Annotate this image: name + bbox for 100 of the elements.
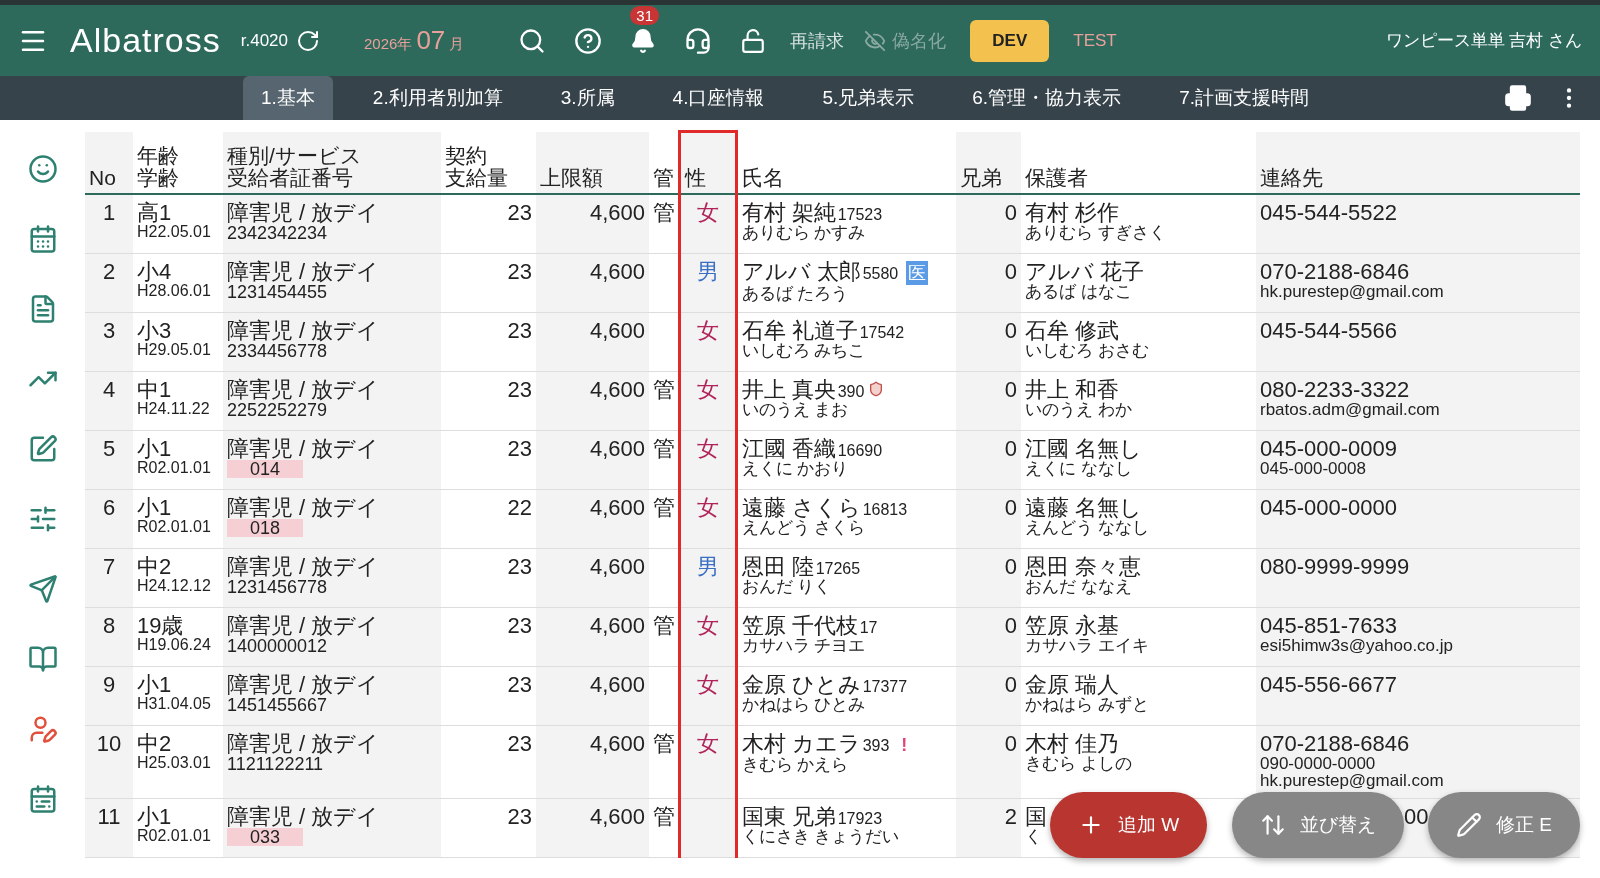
print-icon[interactable] [1504,84,1532,112]
user-name-text[interactable]: 国東 兄弟 [741,804,836,828]
phone-number: 00 [1404,804,1429,828]
column-header[interactable]: 管 [649,131,679,194]
amount-text: 23 [507,259,532,283]
headset-icon[interactable] [684,26,713,55]
birth-date: R02.01.01 [137,518,211,536]
user-name-text[interactable]: 木村 カエラ [741,731,861,755]
certificate-number: 1231456778 [227,577,328,597]
calendar-icon[interactable] [27,224,58,254]
user-id: 17377 [862,678,908,696]
action-button[interactable]: 並び替え [1232,792,1404,858]
tab[interactable]: 4.口座情報 [654,76,783,120]
bell-icon[interactable] [630,27,657,54]
birth-date: H29.05.01 [137,341,211,359]
notification-badge: 31 [630,5,659,25]
certificate-number: 1231454455 [227,282,328,302]
birth-date: H24.11.22 [137,400,210,418]
name-kana: いしむろ みちこ [741,341,866,360]
amount-text: 23 [507,554,532,578]
user-id: 390 [837,383,865,401]
user-id: 393 [862,737,890,755]
schedule-icon[interactable] [27,784,58,814]
gender-text: 女 [696,436,719,460]
birth-date: H31.04.05 [137,695,211,713]
column-header[interactable]: 性 [679,131,736,194]
phone-number: 080-9999-9999 [1260,554,1410,578]
environment-button[interactable]: DEV [970,19,1050,62]
rebill-link[interactable]: 再請求 [790,28,845,53]
user-id: 17542 [859,324,905,342]
tab[interactable]: 7.計画支援時間 [1161,76,1327,120]
certificate-number: 033 [227,827,303,847]
help-icon[interactable] [574,26,603,55]
row-number: 10 [96,731,122,755]
book-icon[interactable] [27,644,58,674]
column-header[interactable]: 氏名 [736,131,956,194]
alert-mark: ! [901,734,908,756]
grade-text: 小1 [137,804,172,828]
gender-text: 女 [696,731,719,755]
guardian-kana: えくに ななし [1025,459,1132,478]
refresh-icon[interactable] [296,28,320,53]
user-name-text[interactable]: 金原 ひとみ [741,672,861,696]
user-name-text[interactable]: 笠原 千代枝 [741,613,858,637]
limit-amount: 4,600 [589,259,645,283]
column-header[interactable]: No [85,131,133,194]
guardian-kana: ありむら すぎさく [1025,224,1166,242]
grade-text: 高1 [137,201,172,225]
action-button[interactable]: 修正 E [1428,792,1580,858]
column-header[interactable]: 連絡先 [1256,131,1580,194]
tab[interactable]: 3.所属 [542,76,633,120]
guardian-name: 恩田 奈々恵 [1025,554,1142,578]
action-button[interactable]: 追加 W [1050,792,1208,858]
phone-number: 045-544-5566 [1260,318,1397,342]
guardian-kana: あるば はなこ [1025,282,1132,301]
limit-amount: 4,600 [589,495,645,519]
certificate-number: 1400000012 [227,636,328,656]
tab[interactable]: 2.利用者別加算 [354,76,521,120]
birth-date: H22.05.01 [137,224,211,241]
limit-amount: 4,600 [589,672,645,696]
user-name-text[interactable]: 恩田 陸 [741,554,814,578]
limit-amount: 4,600 [589,436,645,460]
send-icon[interactable] [27,574,58,604]
lock-icon[interactable] [740,27,767,54]
shield-icon [868,380,885,397]
user-name-text[interactable]: 江國 香織 [741,436,836,460]
smiley-icon[interactable] [27,154,58,184]
user-name[interactable]: ワンピース単単 吉村 さん [1385,29,1582,52]
service-type: 障害児 / 放デイ [227,804,380,828]
limit-amount: 4,600 [589,377,645,401]
sort-icon [1260,812,1286,838]
column-header[interactable]: 上限額 [536,131,649,194]
gender-text: 女 [696,613,719,637]
user-name-text[interactable]: 井上 真央 [741,377,836,401]
user-name-text[interactable]: アルバ 太郎 [741,259,861,283]
column-header[interactable]: 保護者 [1021,131,1256,194]
tab[interactable]: 5.兄弟表示 [804,76,933,120]
certificate-number: 1121122211 [227,754,324,774]
row-number: 9 [102,672,116,696]
month-unit: 月 [449,35,465,54]
column-header[interactable]: 契約 支給量 [441,131,536,194]
user-name-text[interactable]: 遠藤 さくら [741,495,861,519]
amount-text: 23 [507,613,532,637]
column-header[interactable]: 兄弟 [956,131,1021,194]
tab[interactable]: 1.基本 [243,76,333,120]
column-header[interactable]: 種別/サービス 受給者証番号 [223,131,441,194]
user-name-text[interactable]: 石牟 礼道子 [741,318,858,342]
service-type: 障害児 / 放デイ [227,731,380,755]
guardian-name: 石牟 修武 [1025,318,1120,342]
sibling-count: 2 [1004,804,1017,828]
phone-number: 070-2188-6846 [1260,259,1410,283]
tab[interactable]: 6.管理・協力表示 [954,76,1140,120]
phone-number: 045-544-5522 [1260,201,1397,225]
guardian-name: 遠藤 名無し [1025,495,1143,519]
gender-text: 女 [696,672,719,696]
user-name-text[interactable]: 有村 架純 [741,201,836,225]
name-kana: くにさき きょうだい [741,827,900,846]
phone-number: 045-000-0009 [1260,436,1397,460]
search-icon[interactable] [518,26,547,55]
sibling-count: 0 [1004,201,1017,225]
column-header[interactable]: 年齢 学齢 [133,131,223,194]
